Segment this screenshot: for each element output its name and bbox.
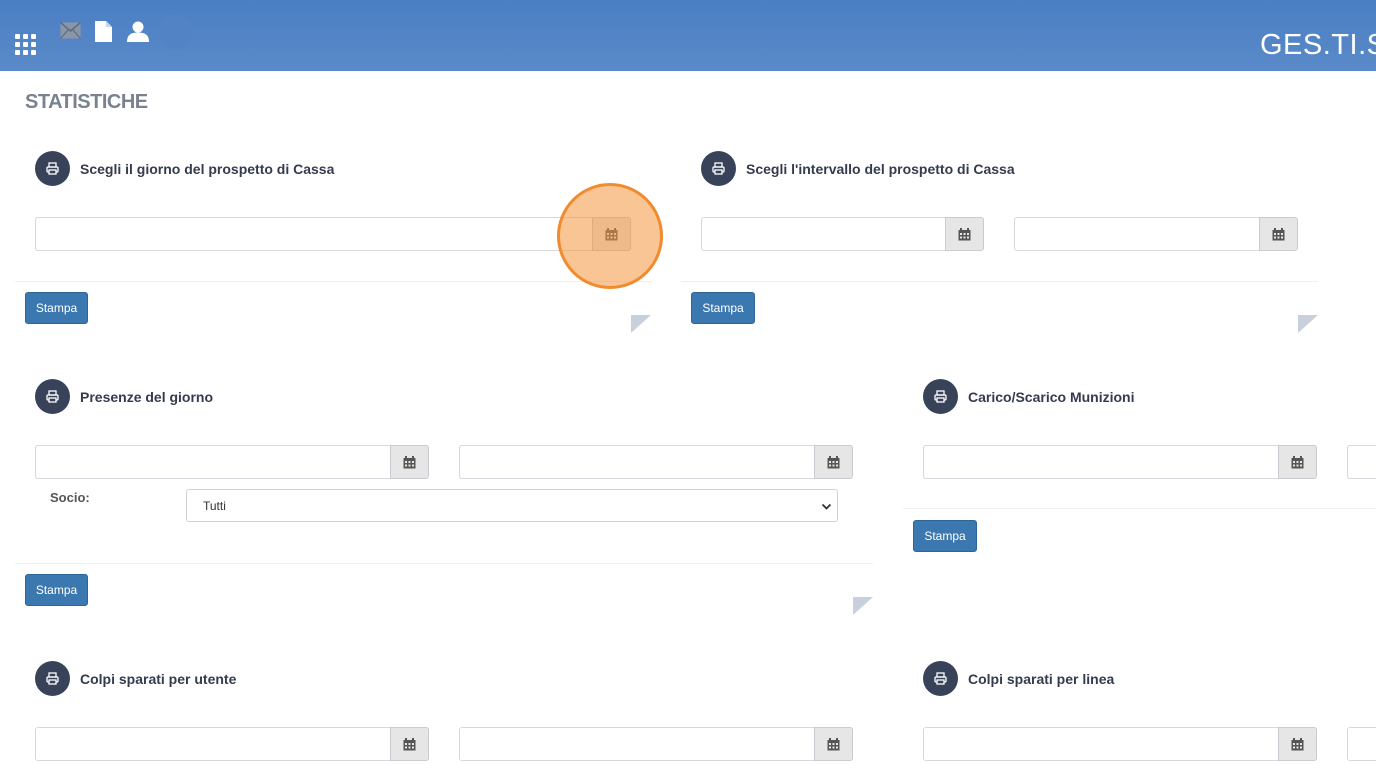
page-title: STATISTICHE <box>25 91 148 113</box>
calendar-icon[interactable] <box>592 217 631 251</box>
print-badge-icon <box>701 151 736 186</box>
date-picker-cassa-to <box>1014 217 1298 251</box>
divider <box>15 563 873 564</box>
date-picker-presenze-to <box>459 445 853 479</box>
date-input[interactable] <box>35 217 592 251</box>
envelope-icon[interactable] <box>60 22 81 39</box>
print-badge-icon <box>923 379 958 414</box>
widget-title: Scegli il giorno del prospetto di Cassa <box>80 160 335 177</box>
date-picker-presenze-from <box>35 445 429 479</box>
divider <box>903 508 1376 509</box>
widget-title: Scegli l'intervallo del prospetto di Cas… <box>746 160 1015 177</box>
calendar-icon[interactable] <box>945 217 984 251</box>
widget-header-presenze: Presenze del giorno <box>35 379 213 414</box>
print-badge-icon <box>35 661 70 696</box>
date-from-input[interactable] <box>35 727 390 761</box>
socio-label: Socio: <box>50 490 90 505</box>
calendar-icon[interactable] <box>814 727 853 761</box>
date-picker-munizioni-from <box>923 445 1317 479</box>
date-picker-colpi-utente-from <box>35 727 429 761</box>
date-from-input[interactable] <box>701 217 945 251</box>
avatar[interactable] <box>158 14 193 49</box>
date-to-input[interactable] <box>459 445 814 479</box>
widget-title: Presenze del giorno <box>80 388 214 405</box>
stampa-button-cassa-intervallo[interactable]: Stampa <box>691 292 755 324</box>
widget-title: Carico/Scarico Munizioni <box>968 388 1135 405</box>
date-to-input-partial[interactable] <box>1347 727 1376 761</box>
print-badge-icon <box>923 661 958 696</box>
calendar-icon[interactable] <box>814 445 853 479</box>
chevron-down-icon <box>821 503 832 510</box>
date-from-input[interactable] <box>923 727 1278 761</box>
socio-selected-value: Tutti <box>203 498 226 513</box>
date-picker-colpi-linea-from <box>923 727 1317 761</box>
resize-handle-icon[interactable] <box>1298 315 1318 333</box>
widget-header-colpi-linea: Colpi sparati per linea <box>923 661 1114 696</box>
widget-header-cassa-intervallo: Scegli l'intervallo del prospetto di Cas… <box>701 151 1015 186</box>
socio-select[interactable]: Tutti <box>186 489 838 522</box>
user-icon[interactable] <box>127 21 149 42</box>
date-picker-cassa-from <box>701 217 984 251</box>
widget-header-cassa-giorno: Scegli il giorno del prospetto di Cassa <box>35 151 334 186</box>
print-badge-icon <box>35 379 70 414</box>
divider <box>15 281 651 282</box>
stampa-button-cassa-giorno[interactable]: Stampa <box>25 292 88 324</box>
apps-grid-icon[interactable] <box>15 34 36 55</box>
resize-handle-icon[interactable] <box>631 315 651 333</box>
stampa-button-munizioni[interactable]: Stampa <box>913 520 977 552</box>
calendar-icon[interactable] <box>1278 445 1317 479</box>
date-to-input[interactable] <box>459 727 814 761</box>
widget-header-colpi-utente: Colpi sparati per utente <box>35 661 236 696</box>
calendar-icon[interactable] <box>390 727 429 761</box>
app-brand: GES.TI.S <box>1260 29 1376 61</box>
calendar-icon[interactable] <box>390 445 429 479</box>
stampa-button-presenze[interactable]: Stampa <box>25 574 88 606</box>
date-to-input[interactable] <box>1014 217 1259 251</box>
resize-handle-icon[interactable] <box>853 597 873 615</box>
top-navbar: GES.TI.S <box>0 0 1376 71</box>
date-picker-cassa-giorno <box>35 217 631 251</box>
print-badge-icon <box>35 151 70 186</box>
date-to-input-partial[interactable] <box>1347 445 1376 479</box>
widget-title: Colpi sparati per utente <box>80 670 237 687</box>
divider <box>681 281 1318 282</box>
widget-header-munizioni: Carico/Scarico Munizioni <box>923 379 1134 414</box>
document-icon[interactable] <box>95 21 112 42</box>
date-from-input[interactable] <box>923 445 1278 479</box>
date-from-input[interactable] <box>35 445 390 479</box>
calendar-icon[interactable] <box>1259 217 1298 251</box>
widget-title: Colpi sparati per linea <box>968 670 1115 687</box>
date-picker-colpi-utente-to <box>459 727 853 761</box>
calendar-icon[interactable] <box>1278 727 1317 761</box>
